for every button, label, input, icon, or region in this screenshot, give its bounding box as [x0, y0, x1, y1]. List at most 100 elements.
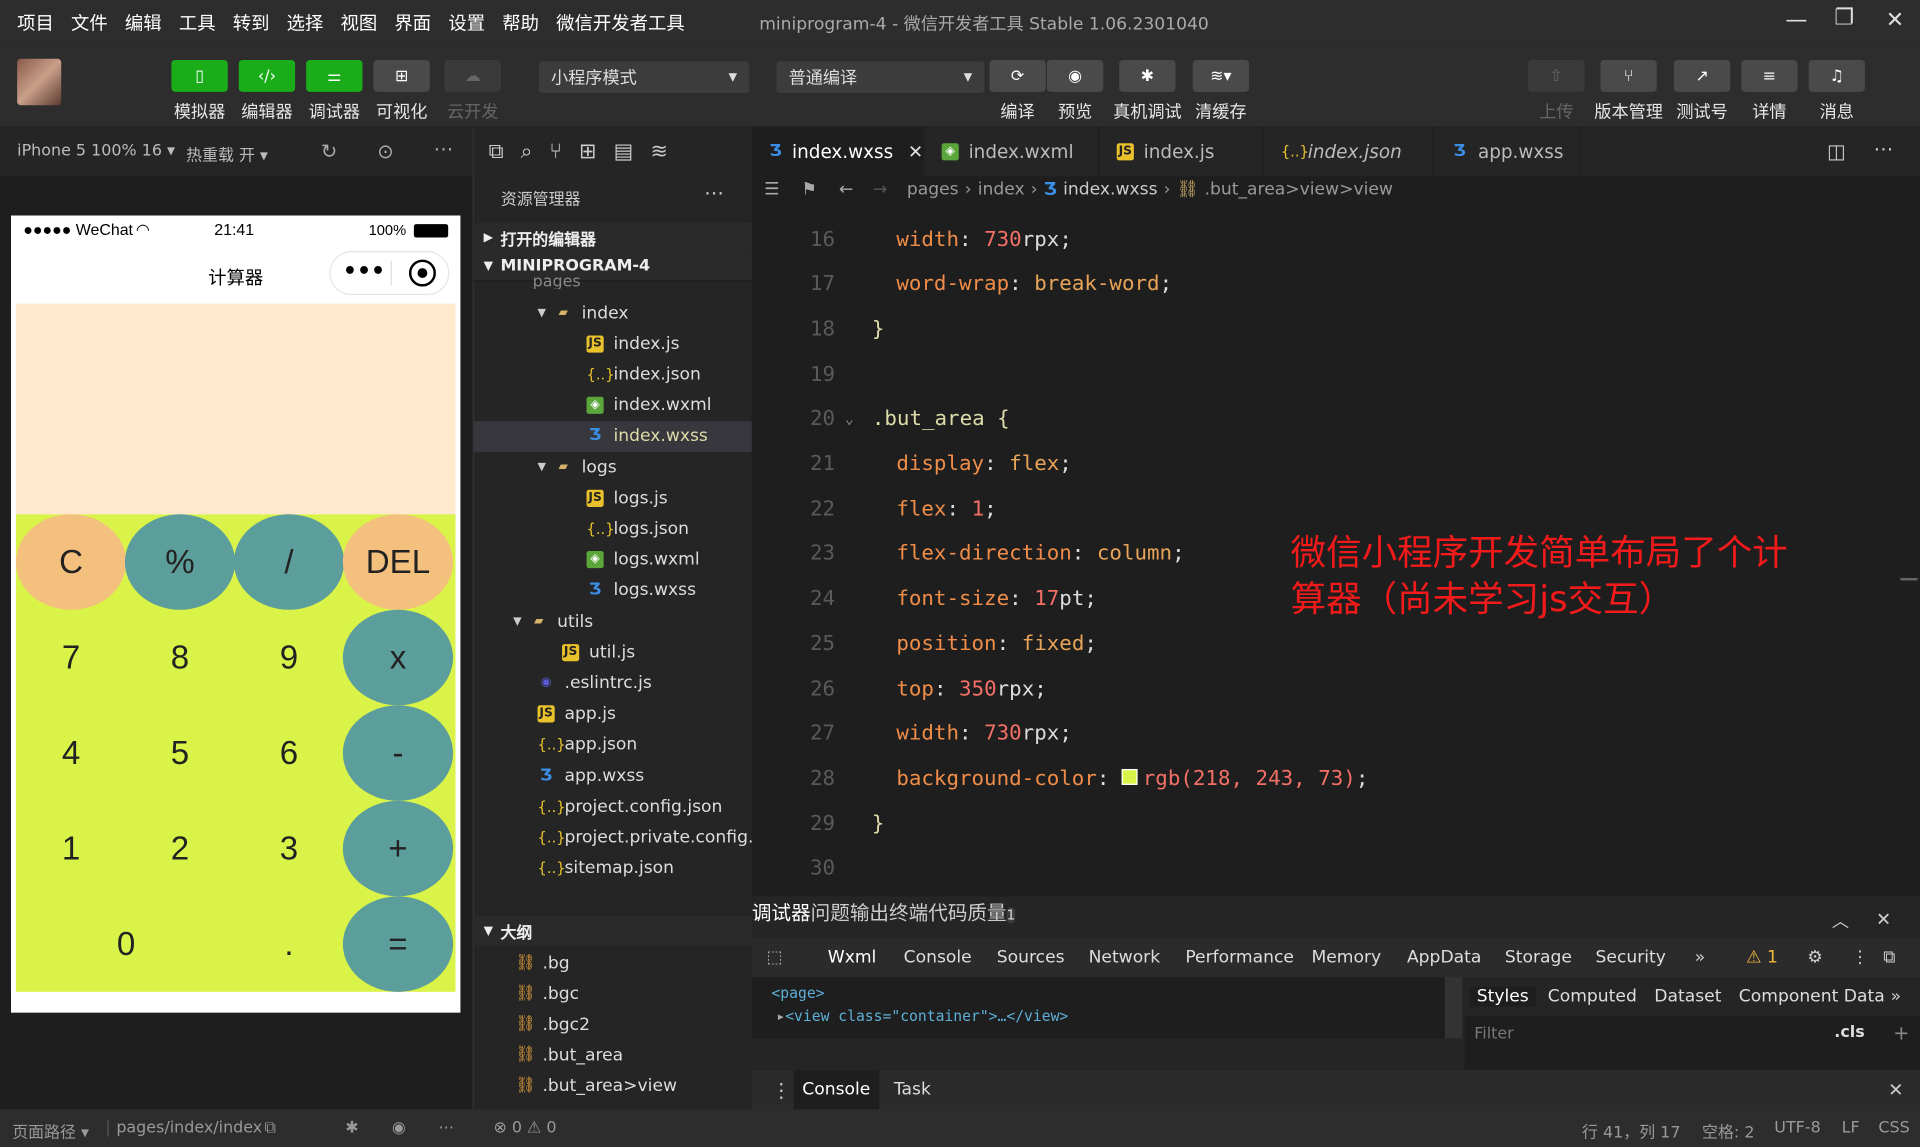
menu-item[interactable]: 帮助 — [502, 9, 539, 35]
tree-item[interactable]: ◈ logs.wxml — [474, 544, 753, 575]
more-icon[interactable]: ⋯ — [1873, 137, 1893, 160]
cursor-position[interactable]: 行 41，列 17 — [1582, 1119, 1680, 1142]
calc-key[interactable]: 6 — [234, 705, 344, 801]
gear-icon[interactable]: ⚙ — [1807, 948, 1822, 968]
split-editor-icon[interactable]: ◫ — [1827, 140, 1846, 163]
more-tabs-icon[interactable]: » — [1695, 948, 1706, 968]
breadcrumb-file[interactable]: index.wxss — [1063, 180, 1157, 200]
wxml-page-node[interactable]: <page> — [771, 984, 824, 1001]
tree-item[interactable]: JS logs.js — [474, 483, 753, 514]
cls-button[interactable]: .cls — [1834, 1024, 1864, 1042]
visual-icon[interactable]: ⊞ — [373, 60, 430, 92]
debugger-tab[interactable]: 代码质量 — [928, 901, 1006, 924]
tree-item[interactable]: {..} sitemap.json — [474, 853, 753, 884]
more-icon[interactable]: ⋯ — [704, 181, 724, 204]
calc-key[interactable]: 5 — [125, 705, 235, 801]
debugger-tab[interactable]: 问题 — [811, 901, 850, 924]
close-icon[interactable]: ✕ — [1888, 1079, 1903, 1101]
menu-item[interactable]: 选择 — [287, 9, 324, 35]
breadcrumb-index[interactable]: index — [978, 180, 1025, 200]
breadcrumb-selector[interactable]: .but_area>view>view — [1205, 180, 1393, 200]
eye-icon[interactable]: ◉ — [392, 1119, 406, 1137]
warning-count[interactable]: ⚠ 1 — [1746, 948, 1778, 968]
editor-tab[interactable]: {..} index.json — [1264, 127, 1434, 177]
calc-key[interactable]: 2 — [125, 801, 235, 897]
menu-item[interactable]: 工具 — [179, 9, 216, 35]
filter-input[interactable]: Filter — [1474, 1025, 1513, 1043]
tree-item[interactable]: JS app.js — [474, 699, 753, 730]
menu-item[interactable]: 转到 — [233, 9, 270, 35]
external-icon[interactable]: ↗ — [1673, 60, 1731, 92]
undock-icon[interactable]: ⧉ — [1883, 948, 1895, 968]
menu-icon[interactable]: ≡ — [1741, 60, 1798, 92]
menu-item[interactable]: 项目 — [17, 9, 54, 35]
more-icon[interactable]: ⋯ — [438, 1119, 454, 1137]
test-account-button[interactable]: 测试号 — [1665, 99, 1738, 123]
devtools-tab[interactable]: Storage — [1505, 948, 1572, 968]
panel-splitter[interactable] — [1444, 977, 1463, 1039]
debugger-button[interactable]: 调试器 — [298, 99, 371, 123]
back-icon[interactable]: ← — [839, 180, 853, 200]
visual-button[interactable]: 可视化 — [365, 99, 438, 123]
calc-key[interactable]: 7 — [16, 610, 126, 706]
outline-item[interactable]: ⛓ .bgc — [474, 979, 753, 1010]
copy-icon[interactable]: ⧉ — [264, 1119, 275, 1137]
devtools-tab[interactable]: Memory — [1311, 948, 1381, 968]
compile-mode-select[interactable]: 普通编译 ▾ — [776, 61, 985, 94]
problems-count[interactable]: ⊗ 0 ⚠ 0 — [493, 1119, 556, 1137]
extensions-icon[interactable]: ⊞ — [579, 140, 614, 164]
tree-item[interactable]: JS index.js — [474, 328, 753, 359]
drawer-tab-console[interactable]: Console — [793, 1070, 880, 1110]
styles-tab[interactable]: Component Data — [1739, 987, 1885, 1007]
files-icon[interactable]: ⧉ — [489, 140, 521, 164]
tree-item[interactable]: {..} logs.json — [474, 514, 753, 545]
menu-item[interactable]: 微信开发者工具 — [556, 9, 685, 35]
menu-item[interactable]: 编辑 — [125, 9, 162, 35]
styles-tab[interactable]: Styles — [1469, 986, 1537, 1007]
calc-key[interactable]: 1 — [16, 801, 126, 897]
close-tab-icon[interactable]: ✕ — [908, 141, 923, 163]
drawer-tab-task[interactable]: Task — [894, 1080, 931, 1100]
devtools-tab[interactable]: Network — [1089, 948, 1161, 968]
project-section[interactable]: ▼ MINIPROGRAM-4 — [473, 252, 754, 282]
clear-cache-button[interactable]: 清缓存 — [1184, 99, 1257, 123]
debugger-tab[interactable]: 终端 — [889, 901, 928, 924]
menu-item[interactable]: 视图 — [341, 9, 378, 35]
calc-key[interactable]: - — [342, 705, 454, 801]
indent-setting[interactable]: 空格: 2 — [1702, 1119, 1754, 1142]
menu-item[interactable]: 文件 — [71, 9, 108, 35]
encoding[interactable]: UTF-8 — [1774, 1119, 1820, 1137]
calc-key[interactable]: 3 — [234, 801, 344, 897]
more-icon[interactable]: ••• — [343, 258, 385, 284]
storage-icon[interactable]: ▤ — [614, 140, 651, 164]
docker-icon[interactable]: ≋ — [650, 140, 685, 164]
open-editors-section[interactable]: ▶ 打开的编辑器 — [473, 222, 754, 253]
breadcrumb-pages[interactable]: pages — [907, 180, 959, 200]
device-select[interactable]: iPhone 5 100% 16 ▾ — [17, 142, 175, 160]
calc-key[interactable]: DEL — [342, 514, 454, 610]
calc-key[interactable]: 9 — [234, 610, 344, 706]
preview-button[interactable]: 预览 — [1038, 99, 1111, 123]
messages-button[interactable]: 消息 — [1800, 99, 1873, 123]
plus-icon[interactable]: + — [1893, 1021, 1909, 1044]
rotate-icon[interactable]: ↻ — [321, 140, 337, 163]
color-swatch[interactable] — [1121, 768, 1138, 785]
tree-item[interactable]: {..} index.json — [474, 359, 753, 390]
capsule-menu[interactable]: ••• — [329, 251, 450, 296]
wxml-view-node[interactable]: ▸<view class="container">…</view> — [776, 1008, 1068, 1025]
simulator-icon[interactable]: ▯ — [171, 60, 228, 92]
calc-key[interactable]: / — [233, 514, 345, 610]
collapse-icon[interactable]: ︿ — [1832, 909, 1849, 933]
real-debug-button[interactable]: 真机调试 — [1111, 99, 1184, 123]
calc-key[interactable]: 8 — [125, 610, 235, 706]
more-tabs-icon[interactable]: » — [1891, 987, 1902, 1007]
close-capsule-icon[interactable] — [408, 259, 436, 287]
language-mode[interactable]: CSS — [1878, 1119, 1909, 1137]
list-icon[interactable]: ☰ — [764, 180, 779, 200]
kebab-icon[interactable]: ⋮ — [771, 1079, 791, 1102]
editor-tab[interactable]: ◈ index.wxml — [924, 127, 1100, 177]
tree-item[interactable]: {..} project.config.json — [474, 791, 753, 822]
editor-tab[interactable]: JS index.js — [1100, 127, 1264, 177]
search-icon[interactable]: ⌕ — [521, 140, 550, 164]
details-button[interactable]: 详情 — [1733, 99, 1806, 123]
